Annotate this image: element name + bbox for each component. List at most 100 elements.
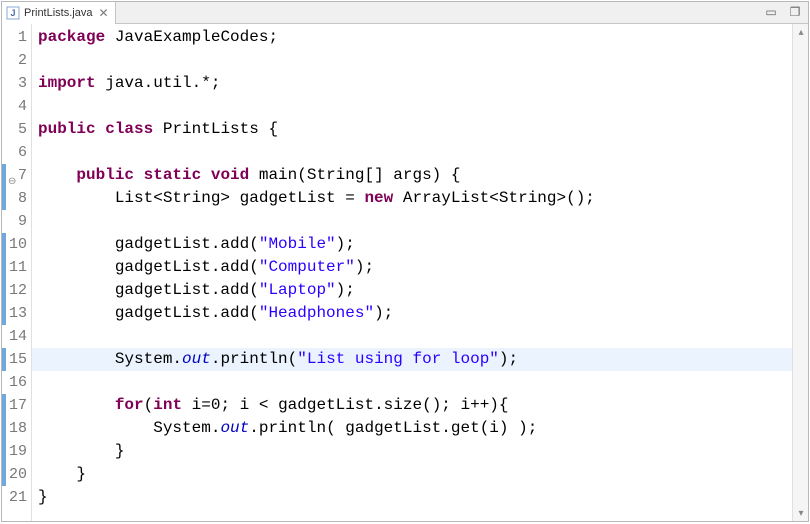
line-number: 10 xyxy=(2,233,31,256)
line-number: 19 xyxy=(2,440,31,463)
code-line[interactable] xyxy=(38,49,792,72)
editor-window: J PrintLists.java ✕ ▭ ❐ 1234567⊖89101112… xyxy=(1,1,809,522)
code-token: ( xyxy=(144,396,154,414)
code-token: i=0; i < gadgetList.size(); i++){ xyxy=(182,396,508,414)
code-token: List<String> gadgetList = xyxy=(38,189,364,207)
svg-text:J: J xyxy=(10,8,15,18)
code-token: ); xyxy=(374,304,393,322)
line-number: 3 xyxy=(2,72,31,95)
code-editor[interactable]: 1234567⊖89101112131415161718192021 packa… xyxy=(2,24,808,521)
code-token: gadgetList.add( xyxy=(38,281,259,299)
code-token: public xyxy=(76,166,134,184)
code-line[interactable] xyxy=(38,210,792,233)
code-token: System. xyxy=(38,350,182,368)
code-token: java.util.*; xyxy=(96,74,221,92)
line-number-gutter: 1234567⊖89101112131415161718192021 xyxy=(2,24,32,521)
code-line[interactable]: import java.util.*; xyxy=(38,72,792,95)
code-line[interactable]: List<String> gadgetList = new ArrayList<… xyxy=(38,187,792,210)
code-line[interactable]: public static void main(String[] args) { xyxy=(38,164,792,187)
code-token: import xyxy=(38,74,96,92)
line-number: 13 xyxy=(2,302,31,325)
code-line[interactable]: } xyxy=(38,463,792,486)
code-line[interactable]: gadgetList.add("Headphones"); xyxy=(38,302,792,325)
code-token: gadgetList.add( xyxy=(38,258,259,276)
restore-icon[interactable]: ❐ xyxy=(788,5,802,19)
code-line[interactable]: public class PrintLists { xyxy=(38,118,792,141)
line-number: 12 xyxy=(2,279,31,302)
code-token: ); xyxy=(355,258,374,276)
code-line[interactable] xyxy=(38,371,792,394)
code-token: } xyxy=(38,442,124,460)
line-number: 21 xyxy=(2,486,31,509)
line-number: 16 xyxy=(2,371,31,394)
line-number: 2 xyxy=(2,49,31,72)
code-token: ArrayList<String>(); xyxy=(393,189,595,207)
code-line[interactable]: System.out.println("List using for loop"… xyxy=(38,348,792,371)
line-number: 11 xyxy=(2,256,31,279)
line-number: 8 xyxy=(2,187,31,210)
line-number: 17 xyxy=(2,394,31,417)
code-token: ); xyxy=(336,235,355,253)
code-token xyxy=(38,396,115,414)
line-number: 1 xyxy=(2,26,31,49)
code-token: ); xyxy=(336,281,355,299)
code-token: main(String[] args) { xyxy=(249,166,460,184)
code-token xyxy=(134,166,144,184)
code-token: public xyxy=(38,120,96,138)
window-controls: ▭ ❐ xyxy=(764,5,802,19)
code-token: for xyxy=(115,396,144,414)
code-line[interactable]: } xyxy=(38,440,792,463)
line-number: 4 xyxy=(2,95,31,118)
minimize-icon[interactable]: ▭ xyxy=(764,5,778,19)
code-token: JavaExampleCodes; xyxy=(105,28,278,46)
code-token: } xyxy=(38,465,86,483)
code-line[interactable]: gadgetList.add("Laptop"); xyxy=(38,279,792,302)
code-token: "Mobile" xyxy=(259,235,336,253)
code-token: new xyxy=(364,189,393,207)
code-token: "List using for loop" xyxy=(297,350,499,368)
code-token: "Computer" xyxy=(259,258,355,276)
code-line[interactable]: for(int i=0; i < gadgetList.size(); i++)… xyxy=(38,394,792,417)
line-number: 6 xyxy=(2,141,31,164)
code-token: "Headphones" xyxy=(259,304,374,322)
code-token: int xyxy=(153,396,182,414)
code-token xyxy=(38,166,76,184)
code-token: void xyxy=(211,166,249,184)
tab-filename: PrintLists.java xyxy=(24,7,92,19)
code-token: package xyxy=(38,28,105,46)
code-line[interactable] xyxy=(38,141,792,164)
code-content[interactable]: package JavaExampleCodes; import java.uti… xyxy=(32,24,792,521)
line-number: 5 xyxy=(2,118,31,141)
code-line[interactable]: package JavaExampleCodes; xyxy=(38,26,792,49)
code-token: gadgetList.add( xyxy=(38,304,259,322)
code-line[interactable]: gadgetList.add("Mobile"); xyxy=(38,233,792,256)
code-token: ); xyxy=(499,350,518,368)
code-line[interactable]: System.out.println( gadgetList.get(i) ); xyxy=(38,417,792,440)
line-number: 9 xyxy=(2,210,31,233)
line-number: 20 xyxy=(2,463,31,486)
close-icon[interactable]: ✕ xyxy=(98,6,108,20)
code-token: gadgetList.add( xyxy=(38,235,259,253)
line-number: 15 xyxy=(2,348,31,371)
code-token: static xyxy=(144,166,202,184)
scroll-up-icon[interactable]: ▴ xyxy=(793,24,808,40)
code-token: out xyxy=(182,350,211,368)
code-line[interactable]: } xyxy=(38,486,792,509)
code-token: "Laptop" xyxy=(259,281,336,299)
line-number: 7⊖ xyxy=(2,164,31,187)
file-tab[interactable]: J PrintLists.java ✕ xyxy=(2,2,116,24)
code-token: out xyxy=(220,419,249,437)
code-token xyxy=(96,120,106,138)
code-line[interactable] xyxy=(38,325,792,348)
code-token: } xyxy=(38,488,48,506)
code-token: .println( xyxy=(211,350,297,368)
vertical-scrollbar[interactable]: ▴ ▾ xyxy=(792,24,808,521)
code-token: PrintLists { xyxy=(153,120,278,138)
code-line[interactable] xyxy=(38,95,792,118)
code-line[interactable]: gadgetList.add("Computer"); xyxy=(38,256,792,279)
code-token: System. xyxy=(38,419,220,437)
java-file-icon: J xyxy=(6,6,20,20)
code-token xyxy=(201,166,211,184)
scroll-down-icon[interactable]: ▾ xyxy=(793,505,808,521)
line-number: 18 xyxy=(2,417,31,440)
